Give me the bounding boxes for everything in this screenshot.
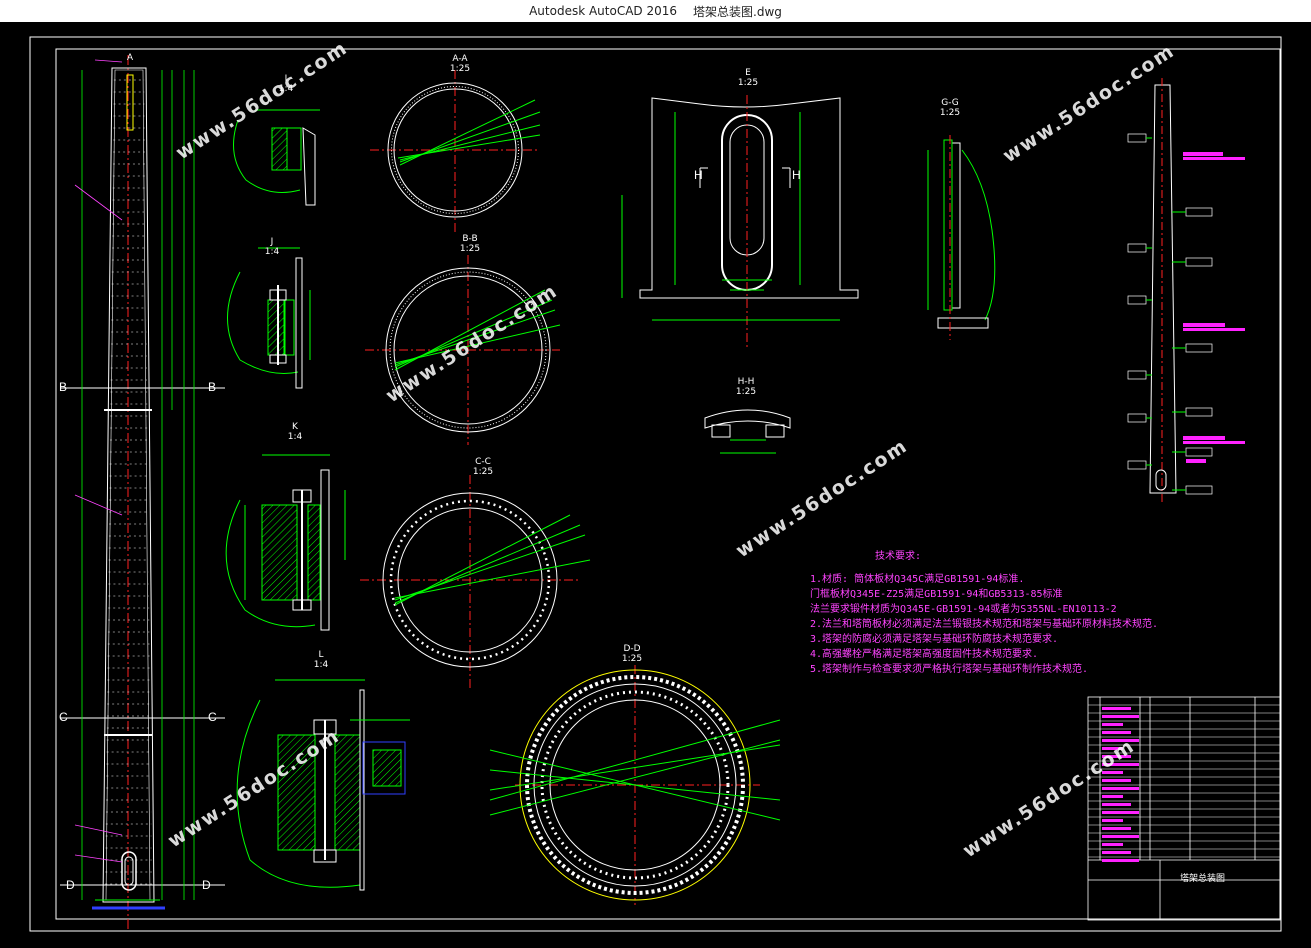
detail-view-j	[227, 247, 311, 389]
parts-row-entry	[1102, 803, 1131, 806]
section-dd-label: D-D 1:25	[621, 644, 643, 664]
parts-row-entry	[1102, 795, 1123, 798]
app-name: Autodesk AutoCAD 2016	[529, 4, 678, 18]
cut-b-right: B	[208, 380, 217, 394]
parts-row-entry	[1102, 811, 1139, 814]
detail-view-gg	[927, 135, 996, 340]
tag-box	[1185, 485, 1213, 495]
tag-box	[1127, 370, 1147, 380]
cut-a-top: A	[127, 52, 134, 62]
cut-d-left: D	[66, 878, 75, 892]
tag-box	[1127, 295, 1147, 305]
parts-row-entry	[1102, 787, 1139, 790]
tower-small	[1149, 78, 1177, 505]
drawing-canvas[interactable]: I 1:4 J 1:4 K 1:4 L 1:4 A-A 1:25 B-B 1:25 C-C 1…	[0, 22, 1311, 948]
cut-h-left: H	[694, 168, 703, 182]
view-j-label: J 1:4	[264, 237, 280, 257]
detail-view-hh	[704, 409, 791, 454]
file-name: 塔架总装图.dwg	[693, 4, 782, 19]
tech-requirements: 1.材质: 筒体板材Q345C满足GB1591-94标准. 门框板材Q345E-…	[810, 572, 1158, 677]
parts-row-entry	[1102, 843, 1123, 846]
outer-frame	[29, 36, 1282, 932]
parts-row-entry	[1102, 723, 1123, 726]
cut-c-right: C	[208, 710, 217, 724]
cut-d-right: D	[202, 878, 211, 892]
title-block-name: 塔架总装图	[1180, 874, 1226, 884]
view-l-label: L 1:4	[313, 650, 329, 670]
tech-line: 2.法兰和塔筒板材必须满足法兰锻银技术规范和塔架与基础环原材料技术规范.	[810, 619, 1159, 630]
parts-row-entry	[1102, 715, 1139, 718]
section-aa-label: A-A 1:25	[449, 54, 471, 74]
tag-box	[1127, 460, 1147, 470]
tag-box	[1185, 343, 1213, 353]
tower-ladder	[105, 79, 152, 885]
cut-c-left: C	[59, 710, 68, 724]
title-block	[1087, 696, 1282, 921]
parts-row-entry	[1102, 851, 1131, 854]
detail-view-e	[621, 95, 859, 350]
tech-title: 技术要求:	[875, 551, 922, 562]
view-k-label: K 1:4	[287, 422, 303, 442]
tag-box	[1127, 133, 1147, 143]
tag-box	[1185, 407, 1213, 417]
parts-row-entry	[1102, 707, 1131, 710]
tech-line: 1.材质: 筒体板材Q345C满足GB1591-94标准.	[810, 574, 1025, 585]
parts-list-rows	[1088, 704, 1281, 862]
tag-box	[1127, 243, 1147, 253]
tech-line: 4.高强螺栓严格满足塔架高强度固件技术规范要求.	[810, 649, 1039, 660]
tech-line: 5.塔架制作与检查要求须严格执行塔架与基础环制作技术规范.	[810, 664, 1089, 675]
window-titlebar: Autodesk AutoCAD 2016 塔架总装图.dwg	[0, 0, 1311, 22]
parts-row-entry	[1102, 859, 1139, 862]
cut-b-left: B	[59, 380, 68, 394]
parts-row-entry	[1102, 779, 1131, 782]
parts-row-entry	[1102, 835, 1139, 838]
detail-view-i	[233, 109, 320, 206]
tech-line: 法兰要求锻件材质为Q345E-GB1591-94或者为S355NL-EN1011…	[810, 604, 1117, 615]
parts-row-entry	[1102, 819, 1123, 822]
section-dd	[489, 665, 781, 905]
tech-line: 3.塔架的防腐必须满足塔架与基础环防腐技术规范要求.	[810, 634, 1059, 645]
tower-dimensions	[81, 70, 195, 900]
section-cc	[360, 475, 591, 690]
section-bb-label: B-B 1:25	[459, 234, 481, 254]
magenta-bars	[1183, 152, 1245, 463]
section-aa	[370, 70, 541, 235]
view-e-label: E 1:25	[737, 68, 759, 88]
tag-box	[1185, 447, 1213, 457]
tower-elevation	[60, 55, 225, 930]
parts-row-entry	[1102, 827, 1131, 830]
tag-box	[1185, 207, 1213, 217]
tech-line: 门框板材Q345E-Z25满足GB1591-94和GB5313-85标准	[810, 589, 1063, 600]
tag-box	[1127, 413, 1147, 423]
tag-box	[1185, 257, 1213, 267]
view-hh-label: H-H 1:25	[735, 377, 757, 397]
cad-drawing	[29, 36, 1282, 932]
detail-view-k	[225, 454, 346, 631]
section-cc-label: C-C 1:25	[472, 457, 494, 477]
view-gg-label: G-G 1:25	[939, 98, 961, 118]
cut-h-right: H	[792, 168, 801, 182]
